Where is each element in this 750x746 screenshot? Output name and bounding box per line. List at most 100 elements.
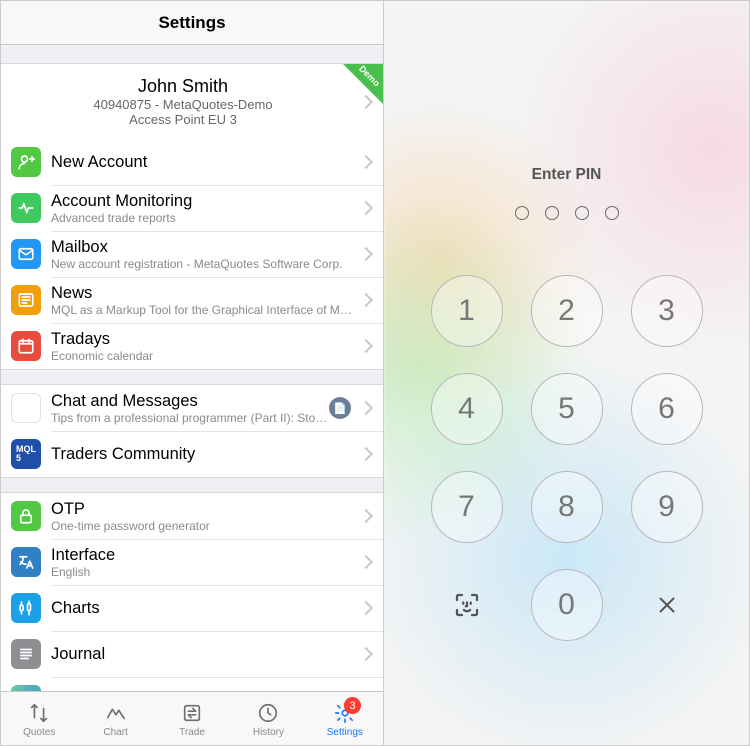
- key-5[interactable]: 5: [531, 373, 603, 445]
- sparkline-icon: [104, 701, 128, 725]
- row-title: News: [51, 284, 355, 303]
- row-mailbox[interactable]: Mailbox New account registration - MetaQ…: [1, 231, 383, 277]
- row-title: Account Monitoring: [51, 192, 355, 211]
- arrows-icon: [27, 701, 51, 725]
- row-community[interactable]: MQL5 Traders Community: [1, 431, 383, 477]
- pin-keypad: 123 456 7890: [431, 275, 703, 641]
- account-access-point: Access Point EU 3: [11, 112, 355, 127]
- mql5-icon: MQL5: [11, 439, 41, 469]
- key-1[interactable]: 1: [431, 275, 503, 347]
- mail-icon: [11, 239, 41, 269]
- chevron-right-icon: [359, 647, 373, 661]
- chevron-right-icon: [359, 201, 373, 215]
- link-icon: [11, 393, 41, 423]
- lock-icon: [11, 501, 41, 531]
- row-tradays[interactable]: Tradays Economic calendar: [1, 323, 383, 369]
- nav-header: Settings: [1, 1, 383, 45]
- key-2[interactable]: 2: [531, 275, 603, 347]
- row-subtitle: Tips from a professional programmer (Par…: [51, 411, 329, 425]
- row-news[interactable]: News MQL as a Markup Tool for the Graphi…: [1, 277, 383, 323]
- row-new-account[interactable]: New Account: [1, 139, 383, 185]
- journal-icon: [11, 639, 41, 669]
- document-badge-icon: 📄: [329, 397, 351, 419]
- candles-icon: [11, 593, 41, 623]
- chevron-right-icon: [359, 401, 373, 415]
- lang-icon: [11, 547, 41, 577]
- tab-chart[interactable]: Chart: [77, 701, 153, 738]
- row-subtitle: English: [51, 565, 355, 579]
- group-chat: Chat and Messages Tips from a profession…: [1, 384, 383, 478]
- chevron-right-icon: [359, 293, 373, 307]
- pin-pane: Enter PIN 123 456 7890: [384, 1, 749, 745]
- row-subtitle: New account registration - MetaQuotes So…: [51, 257, 355, 271]
- row-subtitle: Economic calendar: [51, 349, 355, 363]
- calendar-icon: [11, 331, 41, 361]
- row-title: Tradays: [51, 330, 355, 349]
- tab-bar: Quotes Chart Trade History Settings 3: [1, 691, 383, 745]
- tab-settings[interactable]: Settings 3: [307, 701, 383, 738]
- chevron-right-icon: [359, 155, 373, 169]
- pulse-icon: [11, 193, 41, 223]
- exchange-icon: [180, 701, 204, 725]
- row-charts[interactable]: Charts: [1, 585, 383, 631]
- chevron-right-icon: [359, 601, 373, 615]
- tab-quotes[interactable]: Quotes: [1, 701, 77, 738]
- account-id-server: 40940875 - MetaQuotes-Demo: [11, 97, 355, 112]
- pin-title: Enter PIN: [532, 166, 602, 184]
- row-subtitle: MQL as a Markup Tool for the Graphical I…: [51, 303, 355, 317]
- row-title: Journal: [51, 645, 355, 664]
- row-title: Traders Community: [51, 445, 355, 464]
- row-chat[interactable]: Chat and Messages Tips from a profession…: [1, 385, 383, 431]
- chevron-right-icon: [359, 447, 373, 461]
- pin-dot: [575, 206, 589, 220]
- tab-label: Trade: [179, 727, 205, 738]
- row-subtitle: One-time password generator: [51, 519, 355, 533]
- row-journal[interactable]: Journal: [1, 631, 383, 677]
- chevron-right-icon: [359, 339, 373, 353]
- row-title: Charts: [51, 599, 355, 618]
- pin-dot: [515, 206, 529, 220]
- person-plus-icon: [11, 147, 41, 177]
- account-group: Demo John Smith 40940875 - MetaQuotes-De…: [1, 63, 383, 370]
- tab-history[interactable]: History: [230, 701, 306, 738]
- globe-icon: [11, 685, 41, 691]
- chevron-right-icon: [359, 555, 373, 569]
- key-0[interactable]: 0: [531, 569, 603, 641]
- row-title: Settings: [51, 691, 355, 692]
- chevron-right-icon: [359, 509, 373, 523]
- row-title: Chat and Messages: [51, 392, 329, 411]
- account-row[interactable]: Demo John Smith 40940875 - MetaQuotes-De…: [1, 64, 383, 139]
- row-subtitle: Advanced trade reports: [51, 211, 355, 225]
- row-title: Interface: [51, 546, 355, 565]
- group-settings: OTP One-time password generator Interfac…: [1, 492, 383, 691]
- pin-dot: [605, 206, 619, 220]
- settings-scroll[interactable]: Demo John Smith 40940875 - MetaQuotes-De…: [1, 45, 383, 691]
- key-9[interactable]: 9: [631, 471, 703, 543]
- clock-icon: [256, 701, 280, 725]
- faceid-button[interactable]: [431, 569, 503, 641]
- row-settings[interactable]: Settings: [1, 677, 383, 691]
- row-interface[interactable]: Interface English: [1, 539, 383, 585]
- news-icon: [11, 285, 41, 315]
- delete-button[interactable]: [631, 569, 703, 641]
- row-otp[interactable]: OTP One-time password generator: [1, 493, 383, 539]
- pin-dot: [545, 206, 559, 220]
- tab-trade[interactable]: Trade: [154, 701, 230, 738]
- row-title: Mailbox: [51, 238, 355, 257]
- tab-label: Settings: [327, 727, 363, 738]
- row-account-monitoring[interactable]: Account Monitoring Advanced trade report…: [1, 185, 383, 231]
- chevron-right-icon: [359, 247, 373, 261]
- settings-pane: Settings Demo John Smith 40940875 - Meta…: [1, 1, 384, 745]
- tab-label: Chart: [103, 727, 127, 738]
- pin-dots: [515, 206, 619, 220]
- row-title: OTP: [51, 500, 355, 519]
- key-3[interactable]: 3: [631, 275, 703, 347]
- key-4[interactable]: 4: [431, 373, 503, 445]
- key-6[interactable]: 6: [631, 373, 703, 445]
- page-title: Settings: [158, 13, 225, 33]
- key-7[interactable]: 7: [431, 471, 503, 543]
- tab-label: Quotes: [23, 727, 55, 738]
- key-8[interactable]: 8: [531, 471, 603, 543]
- tab-label: History: [253, 727, 284, 738]
- tab-badge: 3: [344, 697, 361, 714]
